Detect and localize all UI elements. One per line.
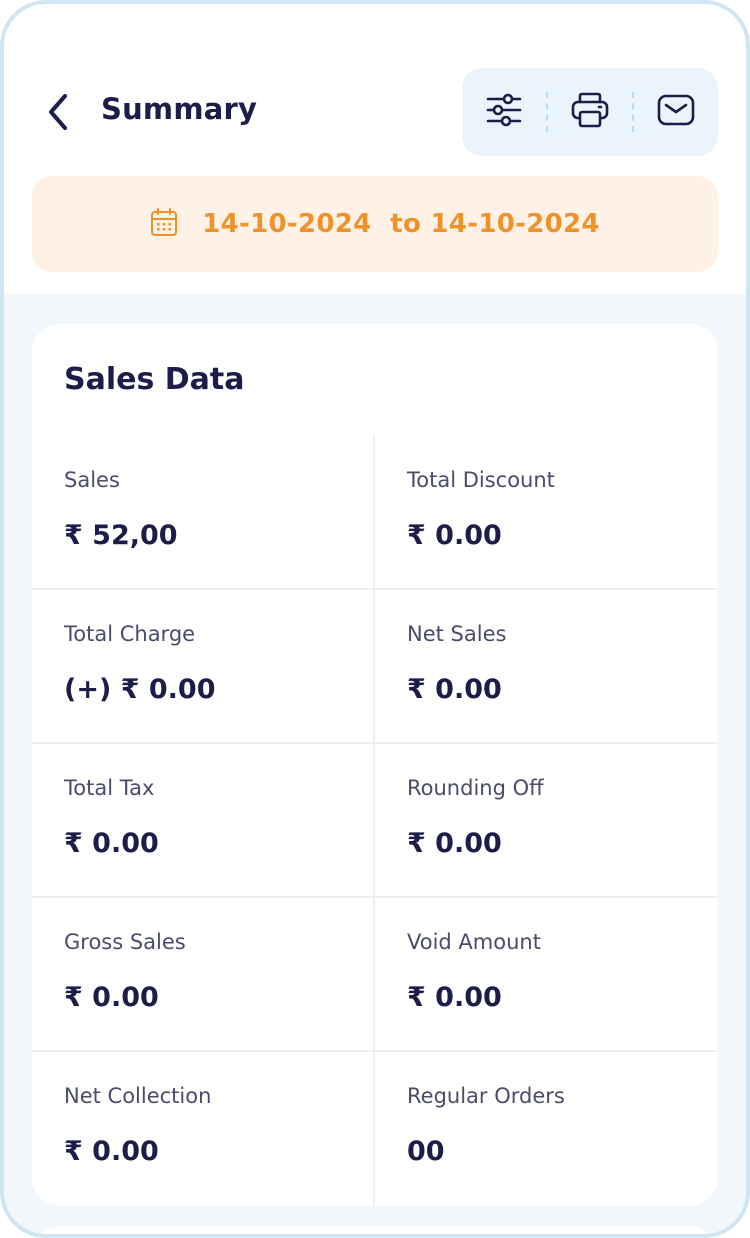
sales-data-card: Sales Data Sales ₹ 52,00 Total Discount … (32, 324, 718, 1206)
stat-value: ₹ 52,00 (64, 520, 178, 551)
stat-label: Total Charge (64, 622, 196, 646)
stat-label: Rounding Off (407, 776, 544, 800)
action-toolbar (462, 68, 718, 156)
page-title: Summary (101, 92, 258, 126)
stat-value: (+) ₹ 0.00 (64, 674, 216, 705)
sliders-icon (486, 93, 522, 131)
stat-value: ₹ 0.00 (407, 828, 502, 859)
printer-icon (571, 92, 609, 132)
grid-row: Total Charge (+) ₹ 0.00 Net Sales ₹ 0.00 (32, 590, 718, 744)
stat-value: ₹ 0.00 (64, 828, 159, 859)
stat-total-tax: Total Tax ₹ 0.00 (32, 744, 375, 896)
grid-row: Net Collection ₹ 0.00 Regular Orders 00 (32, 1052, 718, 1206)
filter-button[interactable] (462, 68, 546, 156)
stat-label: Void Amount (407, 930, 541, 954)
stat-net-collection: Net Collection ₹ 0.00 (32, 1052, 375, 1206)
stat-total-discount: Total Discount ₹ 0.00 (375, 436, 718, 588)
print-button[interactable] (548, 68, 632, 156)
grid-row: Gross Sales ₹ 0.00 Void Amount ₹ 0.00 (32, 898, 718, 1052)
back-button[interactable] (38, 90, 78, 138)
stat-value: ₹ 0.00 (407, 520, 502, 551)
stat-rounding-off: Rounding Off ₹ 0.00 (375, 744, 718, 896)
stat-value: ₹ 0.00 (407, 674, 502, 705)
stat-total-charge: Total Charge (+) ₹ 0.00 (32, 590, 375, 742)
stat-value: ₹ 0.00 (64, 1136, 159, 1167)
stat-value: ₹ 0.00 (64, 982, 159, 1013)
grid-row: Sales ₹ 52,00 Total Discount ₹ 0.00 (32, 436, 718, 590)
grid-row: Total Tax ₹ 0.00 Rounding Off ₹ 0.00 (32, 744, 718, 898)
stat-sales: Sales ₹ 52,00 (32, 436, 375, 588)
phone-frame: Summary 14-10-2024 to 14-10-2024 Sales D… (0, 0, 750, 1238)
calendar-icon (150, 207, 178, 241)
stat-label: Total Tax (64, 776, 155, 800)
stat-regular-orders: Regular Orders 00 (375, 1052, 718, 1206)
stat-label: Total Discount (407, 468, 555, 492)
email-button[interactable] (634, 68, 718, 156)
header-section: Summary 14-10-2024 to 14-10-2024 (4, 4, 746, 294)
stat-net-sales: Net Sales ₹ 0.00 (375, 590, 718, 742)
chevron-left-icon (45, 92, 71, 136)
stat-label: Net Sales (407, 622, 507, 646)
date-range-text: 14-10-2024 to 14-10-2024 (202, 209, 600, 239)
stat-gross-sales: Gross Sales ₹ 0.00 (32, 898, 375, 1050)
stat-void-amount: Void Amount ₹ 0.00 (375, 898, 718, 1050)
stat-value: 00 (407, 1136, 445, 1167)
sales-data-grid: Sales ₹ 52,00 Total Discount ₹ 0.00 Tota… (32, 436, 718, 1206)
mail-icon (657, 94, 695, 130)
stat-label: Gross Sales (64, 930, 186, 954)
stat-label: Sales (64, 468, 120, 492)
stat-value: ₹ 0.00 (407, 982, 502, 1013)
stat-label: Regular Orders (407, 1084, 565, 1108)
card-title: Sales Data (64, 362, 245, 397)
next-card-peek (32, 1226, 718, 1234)
date-range-selector[interactable]: 14-10-2024 to 14-10-2024 (32, 176, 718, 272)
stat-label: Net Collection (64, 1084, 212, 1108)
